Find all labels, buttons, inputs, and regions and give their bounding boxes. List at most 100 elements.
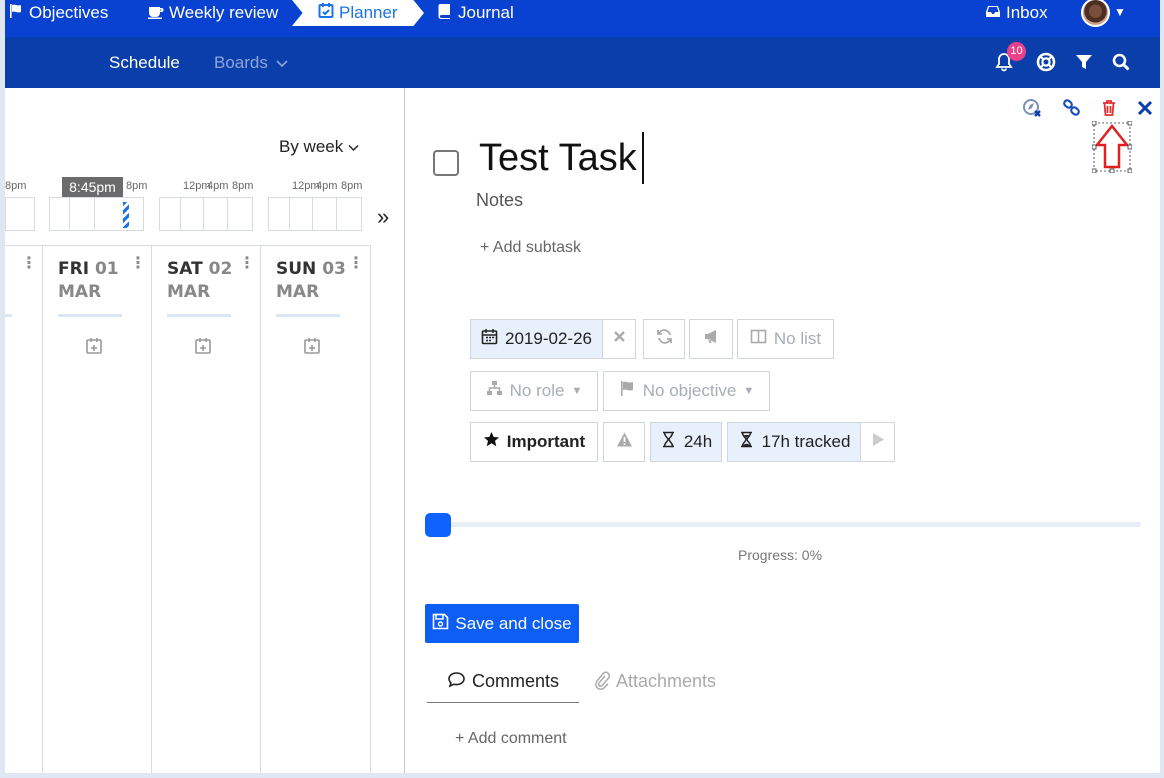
important-label: Important [506, 432, 586, 451]
nav-inbox[interactable]: Inbox [985, 2, 1048, 24]
filter-icon[interactable] [1074, 52, 1094, 72]
close-icon [611, 328, 628, 350]
list-select-button[interactable]: No list [737, 319, 834, 359]
add-comment-button[interactable]: + Add comment [455, 730, 567, 748]
link-icon[interactable] [1062, 98, 1082, 118]
task-title-input[interactable]: Test Task [479, 137, 637, 180]
hourglass-icon [660, 431, 677, 453]
view-select[interactable]: By week [279, 137, 359, 157]
inbox-icon [985, 3, 1001, 24]
day-name: SUN [276, 259, 317, 279]
coffee-cup-icon [148, 3, 164, 24]
nav-journal-label: Journal [458, 3, 514, 22]
more-options-icon[interactable]: ⋮ [348, 256, 364, 272]
task-complete-checkbox[interactable] [433, 150, 459, 176]
nav-planner[interactable]: Planner [292, 0, 424, 26]
tab-boards[interactable]: Boards [214, 53, 288, 73]
repeat-button[interactable] [643, 319, 685, 359]
star-icon [483, 431, 500, 453]
warning-icon [616, 431, 633, 453]
save-and-close-button[interactable]: Save and close [425, 604, 579, 643]
day-timeline[interactable] [159, 197, 253, 231]
sub-navigation: Schedule Boards 10 [5, 37, 1160, 88]
progress-slider-track[interactable] [437, 522, 1141, 527]
calendar-icon [481, 328, 498, 350]
trash-icon[interactable] [1099, 98, 1119, 118]
time-label: 8pm [232, 180, 254, 192]
tab-comments-label: Comments [471, 671, 560, 691]
clear-date-button[interactable] [603, 319, 636, 359]
role-select-button[interactable]: No role ▼ [470, 371, 598, 411]
tracked-time-button[interactable]: 17h tracked [727, 422, 860, 462]
tab-schedule[interactable]: Schedule [109, 53, 180, 73]
double-chevron-right-icon[interactable]: » [377, 204, 389, 230]
text-cursor [642, 132, 644, 184]
search-icon[interactable] [1111, 52, 1131, 72]
nav-objectives-label: Objectives [29, 3, 109, 22]
user-avatar[interactable] [1081, 0, 1110, 27]
avatar-caret-icon[interactable]: ▼ [1114, 1, 1126, 23]
important-toggle[interactable]: Important [470, 422, 598, 462]
estimate-button[interactable]: 24h [650, 422, 722, 462]
day-number: 02 [208, 259, 233, 279]
reminder-button[interactable] [689, 319, 733, 359]
annotation-arrow-icon [1092, 121, 1132, 173]
progress-label: Progress: 0% [738, 547, 823, 563]
caret-down-icon: ▼ [571, 385, 583, 397]
chevron-down-icon [348, 137, 359, 157]
app-window: Objectives Weekly review Planner Journal… [5, 0, 1160, 773]
day-timeline[interactable] [5, 197, 35, 231]
unschedule-icon[interactable] [1022, 98, 1042, 118]
view-select-label: By week [279, 137, 344, 156]
tab-attachments[interactable]: Attachments [594, 671, 716, 695]
tracked-time-value: 17h tracked [761, 432, 851, 451]
comment-icon [447, 671, 466, 693]
save-icon [432, 613, 449, 635]
day-timeline[interactable] [49, 197, 144, 231]
hourglass-half-icon [738, 431, 755, 453]
day-number: 03 [322, 259, 346, 279]
notes-field[interactable]: Notes [476, 190, 523, 211]
nav-journal[interactable]: Journal [437, 2, 514, 24]
urgent-toggle[interactable] [603, 422, 645, 462]
nav-weekly-review[interactable]: Weekly review [148, 2, 278, 24]
nav-objectives[interactable]: Objectives [8, 2, 108, 24]
nav-weekly-review-label: Weekly review [169, 3, 279, 22]
flag-icon [8, 3, 24, 24]
lifebuoy-icon[interactable] [1036, 52, 1056, 72]
more-options-icon[interactable]: ⋮ [21, 256, 37, 272]
save-and-close-label: Save and close [455, 613, 572, 633]
nav-planner-label: Planner [339, 2, 398, 22]
calendar-check-icon [318, 2, 334, 23]
due-date-value: 2019-02-26 [505, 329, 592, 348]
tab-comments[interactable]: Comments [427, 671, 579, 703]
notification-badge: 10 [1007, 42, 1026, 61]
calendar-add-icon[interactable] [303, 337, 321, 355]
top-navigation: Objectives Weekly review Planner Journal… [5, 0, 1160, 37]
more-options-icon[interactable]: ⋮ [130, 256, 146, 272]
day-timeline[interactable] [268, 197, 362, 231]
calendar-add-icon[interactable] [85, 337, 103, 355]
close-icon[interactable] [1135, 98, 1155, 118]
day-name: FRI [58, 259, 90, 279]
more-options-icon[interactable]: ⋮ [239, 256, 255, 272]
objective-select-button[interactable]: No objective ▼ [603, 371, 770, 411]
play-icon [869, 431, 886, 453]
progress-slider-handle[interactable] [425, 513, 451, 537]
sitemap-icon [486, 380, 503, 402]
time-label: 4pm [207, 180, 229, 192]
day-month: MAR [58, 282, 102, 302]
add-subtask-button[interactable]: + Add subtask [480, 239, 581, 257]
estimate-value: 24h [683, 432, 713, 451]
flag-icon [619, 380, 636, 402]
due-date-button[interactable]: 2019-02-26 [470, 319, 603, 359]
calendar-pane: By week 8pm 8pm 12pm 4pm 8pm 12pm 4pm 8p… [5, 88, 405, 773]
nav-inbox-label: Inbox [1006, 3, 1048, 22]
start-timer-button[interactable] [860, 422, 895, 462]
scheduled-block[interactable] [123, 202, 129, 228]
day-header-sat: SAT 02 MAR [167, 258, 232, 304]
time-label: 8pm [126, 180, 148, 192]
day-month: MAR [167, 282, 211, 302]
calendar-add-icon[interactable] [194, 337, 212, 355]
role-select-label: No role [509, 381, 565, 400]
